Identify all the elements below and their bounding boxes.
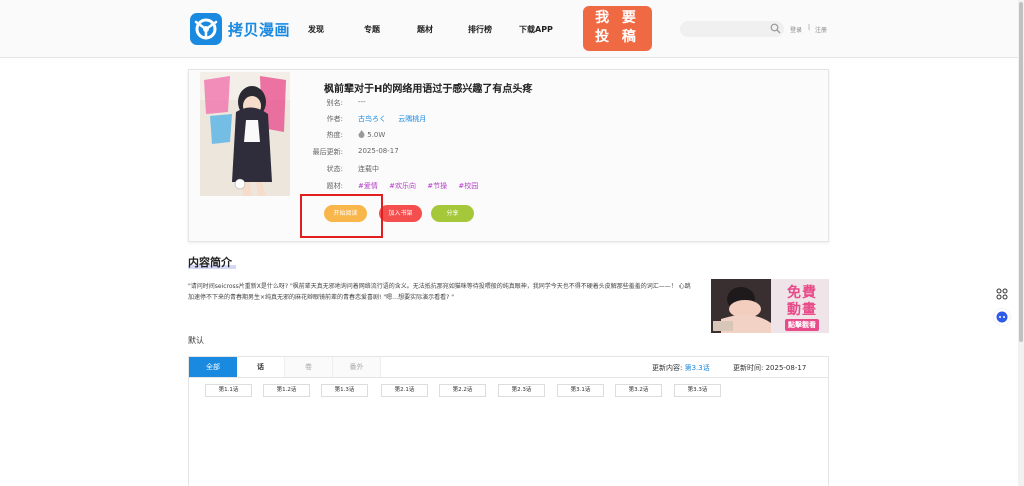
tag-school[interactable]: #校园: [458, 182, 478, 190]
update-time-value: 2025-08-17: [765, 364, 807, 372]
search-input[interactable]: [680, 21, 784, 37]
nav-topics[interactable]: 专题: [364, 24, 380, 35]
apps-icon[interactable]: [993, 285, 1011, 303]
alias-value: ---: [358, 98, 366, 106]
fire-icon: [358, 130, 365, 138]
comic-cover-image[interactable]: [200, 72, 290, 196]
tab-all[interactable]: 全部: [189, 357, 237, 378]
chapter-item[interactable]: 第1.1话: [205, 384, 252, 397]
tab-extras[interactable]: 番外: [333, 357, 381, 378]
chapter-item[interactable]: 第1.3话: [321, 384, 368, 397]
alias-label: 别名:: [326, 99, 343, 107]
submit-line-2: 投 稿: [595, 29, 640, 45]
chapter-item[interactable]: 第3.3话: [674, 384, 721, 397]
submit-line-1: 我 要: [595, 10, 640, 26]
tab-volumes[interactable]: 卷: [285, 357, 333, 378]
nav-discover[interactable]: 发现: [308, 24, 324, 35]
author-label: 作者:: [326, 115, 343, 123]
status-value: 连载中: [358, 165, 379, 173]
chapter-item[interactable]: 第2.3话: [498, 384, 545, 397]
tab-bar-divider: [189, 377, 828, 378]
update-content-link[interactable]: 第3.3话: [685, 364, 710, 372]
nav-genres[interactable]: 题材: [417, 24, 433, 35]
status-label: 状态:: [326, 165, 343, 173]
ad-banner[interactable]: 免費 動畫 點擊觀看: [711, 279, 829, 333]
ad-line-3: 點擊觀看: [785, 319, 819, 331]
update-content-label: 更新内容:: [652, 364, 683, 372]
update-content: 更新内容: 第3.3话: [652, 363, 710, 373]
popularity-value-wrap: 5.0W: [358, 130, 385, 139]
chapter-item[interactable]: 第3.1话: [557, 384, 604, 397]
author-values: 古鸟ろく 云隅桃月: [358, 114, 426, 124]
ad-line-2: 動畫: [787, 302, 817, 318]
top-header: [0, 0, 1018, 58]
submit-work-button[interactable]: 我 要 投 稿: [583, 6, 652, 51]
genre-label: 题材:: [326, 182, 343, 190]
site-logo[interactable]: 拷贝漫画: [190, 13, 290, 45]
tag-romance[interactable]: #爱情: [358, 182, 378, 190]
author-link-1[interactable]: 古鸟ろく: [358, 115, 386, 123]
login-link[interactable]: 登录: [790, 25, 802, 34]
genre-tags: #爱情 #欢乐向 #节操 #校园: [358, 181, 487, 191]
logo-icon: [190, 13, 222, 45]
share-button[interactable]: 分享: [431, 205, 474, 222]
chat-bot-icon[interactable]: [993, 308, 1011, 326]
popularity-value: 5.0W: [367, 131, 386, 139]
intro-title: 内容简介: [188, 256, 232, 269]
search-icon[interactable]: [770, 23, 781, 34]
author-link-2[interactable]: 云隅桃月: [398, 115, 426, 123]
popularity-label: 热度:: [326, 131, 343, 139]
nav-rankings[interactable]: 排行榜: [468, 24, 492, 35]
scrollbar-thumb[interactable]: [1019, 2, 1023, 342]
last-update-value: 2025-08-17: [358, 147, 399, 155]
tag-ecchi[interactable]: #节操: [427, 182, 447, 190]
logo-text: 拷贝漫画: [228, 20, 291, 39]
add-to-shelf-button[interactable]: 加入书架: [379, 205, 422, 222]
tag-comedy[interactable]: #欢乐向: [389, 182, 416, 190]
header-separator: |: [808, 24, 811, 31]
chapter-group-label: 默认: [188, 336, 204, 345]
comic-title: 枫前辈对于H的网络用语过于感兴趣了有点头疼: [324, 84, 533, 95]
nav-download-app[interactable]: 下载APP: [519, 24, 553, 35]
chapter-item[interactable]: 第2.2话: [439, 384, 486, 397]
intro-text: "请问时间seicross片重新X是什么呀? "枫前辈天真无邪地询问着网络流行语…: [188, 283, 691, 301]
chapter-item[interactable]: 第1.2话: [263, 384, 310, 397]
update-time: 更新时间: 2025-08-17: [733, 363, 806, 373]
tab-chapters[interactable]: 话: [237, 357, 285, 378]
page-scrollbar[interactable]: [1018, 0, 1024, 486]
last-update-label: 最后更新:: [312, 148, 343, 156]
update-time-label: 更新时间:: [733, 364, 764, 372]
highlight-box: [300, 194, 383, 238]
register-link[interactable]: 注册: [815, 25, 827, 34]
chapter-item[interactable]: 第3.2话: [615, 384, 662, 397]
chapter-item[interactable]: 第2.1话: [381, 384, 428, 397]
